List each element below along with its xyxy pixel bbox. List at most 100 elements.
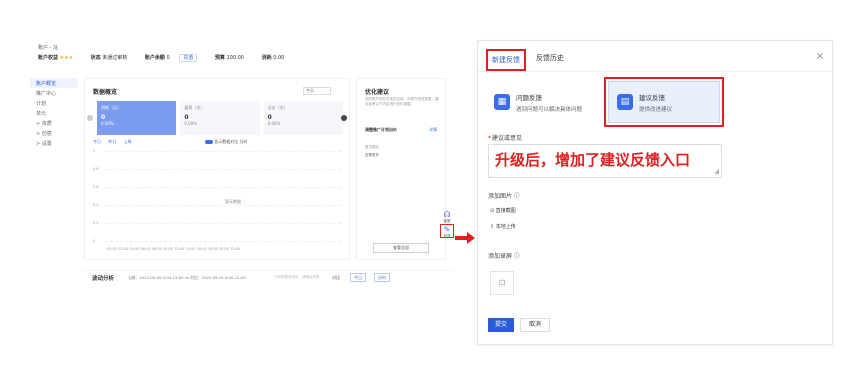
data-overview-panel: 数据概览 今天 消耗（元） 0 0.00% 展现（次） 0 0.00% 点击（次… — [84, 78, 350, 260]
upload-link[interactable]: ⇧ 本地上传 — [490, 223, 516, 230]
y-tick: 0.8 — [93, 167, 99, 171]
legend-lastweek[interactable]: 上周 — [124, 139, 132, 145]
pencil-icon: ✎ — [443, 225, 451, 234]
stat-label: 展现（次） — [184, 105, 205, 110]
legend-today[interactable]: 今日 — [93, 139, 101, 145]
suggestion-sub: 暂无建议 — [365, 145, 379, 149]
date-select[interactable]: 今天 — [303, 87, 331, 95]
suggestion-panel: 优化建议 您的账户存在可优化空间，为提升投放效果，建议参考以下内容进行优化调整。… — [356, 78, 446, 260]
headset-icon: ☊ — [443, 210, 451, 219]
empty-data-tip: 暂无数据 — [225, 199, 241, 204]
hourly-button[interactable]: 分时 — [374, 273, 390, 282]
field-label: *建议或意见 — [488, 135, 523, 142]
fluctuation-range: 当前：2023-09-20 0:00-12:00 vs 对比：2023-09-1… — [128, 275, 246, 280]
account-name: 账户 - 马 — [38, 45, 58, 51]
resize-handle-icon[interactable]: ◢ — [714, 168, 719, 175]
suggestion-textarea[interactable]: 升级后，增加了建议反馈入口 ◢ — [488, 144, 722, 178]
tab-feedback-history[interactable]: 反馈历史 — [532, 49, 568, 71]
side-nav: 账户概览 推广中心 计划 单元 > 资质 > 创意 > 设置 — [30, 78, 78, 148]
stat-label: 消耗（元） — [101, 105, 121, 110]
suggestion-more[interactable]: 查看更多 — [365, 153, 379, 158]
suggestion-heading: 调整推广计划出价 — [365, 127, 397, 132]
status-value: 未通过审核 — [102, 55, 128, 61]
compare-toggle-label: 显示数据对比 分时 — [214, 139, 248, 144]
x-axis-labels: 00:00 02:00 04:00 06:00 08:00 10:00 12:0… — [107, 247, 241, 251]
spend-value: 0.00 — [273, 55, 285, 61]
field-label-text: 建议或意见 — [492, 135, 523, 142]
legend-yesterday[interactable]: 昨日 — [108, 139, 116, 145]
record-upload-box[interactable]: ⊡ — [490, 271, 514, 295]
y-tick: 0.6 — [93, 185, 99, 189]
divider — [478, 71, 832, 72]
floating-tools: ☊ 客服 ✎ 反馈 — [440, 210, 454, 238]
rating-stars: ★★★ — [59, 55, 74, 61]
y-tick: 0 — [93, 239, 96, 243]
cancel-button[interactable]: 取消 — [520, 318, 550, 332]
stat-value: 0 — [184, 114, 189, 121]
nav-item-settings[interactable]: > 设置 — [30, 138, 78, 148]
option-sub: 遇到问题可以解决具体问题 — [516, 106, 583, 113]
dashboard-screenshot: 账户 - 马 账户权益 ★★★ 状态 未通过审核 账户余额 0 充值 预算 10… — [30, 40, 454, 320]
stat-sub: 0.00% — [101, 121, 114, 126]
submit-button[interactable]: 提交 — [488, 318, 514, 332]
screenshot-link-text: 直接截图 — [495, 208, 516, 214]
upload-link-text: 本地上传 — [495, 224, 516, 230]
add-image-label: 添加图片 ⓘ — [488, 193, 520, 200]
screenshot-link[interactable]: ⊙ 直接截图 — [490, 207, 516, 214]
y-tick: 0.2 — [93, 221, 99, 225]
fluctuation-title: 波动分析 — [92, 276, 115, 282]
suggestion-desc: 您的账户存在可优化空间，为提升投放效果，建议参考以下内容进行优化调整。 — [365, 97, 439, 106]
stat-card-impressions[interactable]: 展现（次） 0 0.00% — [180, 101, 260, 135]
budget-label: 预算 — [214, 55, 225, 61]
suggestion-detail-link[interactable]: 详情 — [429, 127, 437, 133]
close-icon[interactable]: × — [816, 51, 824, 62]
y-tick: 1 — [93, 149, 96, 153]
feedback-label: 反馈 — [443, 234, 451, 238]
option-suggestion-feedback[interactable]: ▤ 建议反馈 提供改进建议 — [608, 81, 720, 123]
stat-sub: 0.00% — [184, 121, 198, 126]
view-all-button[interactable]: 查看全部 — [373, 243, 429, 253]
stat-card-cost[interactable]: 消耗（元） 0 0.00% — [97, 101, 177, 135]
add-record-label: 添加录屏 ⓘ — [488, 253, 520, 260]
red-arrow-icon — [455, 232, 475, 244]
y-tick: 0.4 — [93, 203, 99, 207]
compare-toggle[interactable] — [205, 140, 213, 144]
stat-value: 0 — [267, 114, 272, 121]
next-arrow-icon[interactable] — [341, 115, 347, 121]
compare-label: 对比 — [332, 275, 340, 280]
nav-item-overview[interactable]: 账户概览 — [30, 78, 78, 88]
panel-title: 数据概览 — [93, 89, 118, 96]
option-sub: 提供改进建议 — [639, 106, 673, 113]
dialog-tabs: 新建反馈 反馈历史 — [486, 49, 568, 71]
record-icon: ⊡ — [498, 278, 506, 287]
tab-new-feedback[interactable]: 新建反馈 — [486, 49, 526, 71]
feedback-button[interactable]: ✎ 反馈 — [440, 224, 454, 238]
option-problem-feedback[interactable]: ▦ 问题反馈 遇到问题可以解决具体问题 — [486, 81, 598, 123]
recharge-button[interactable]: 充值 — [179, 54, 198, 62]
grid-icon: ▦ — [494, 94, 510, 110]
textarea-value: 升级后，增加了建议反馈入口 — [495, 151, 691, 169]
balance-label: 账户权益 — [38, 55, 59, 61]
nav-item-unit[interactable]: 单元 — [30, 108, 78, 118]
account-header: 账户 - 马 账户权益 ★★★ 状态 未通过审核 账户余额 0 充值 预算 10… — [30, 40, 450, 70]
today-button[interactable]: 今日 — [350, 273, 366, 282]
account-balance-value: 0 — [166, 55, 170, 61]
account-balance-label: 账户余额 — [144, 55, 165, 61]
option-title: 建议反馈 — [639, 93, 665, 102]
nav-item-qualification[interactable]: > 资质 — [30, 118, 78, 128]
stat-card-clicks[interactable]: 点击（次） 0 0.00% — [263, 101, 343, 135]
prev-arrow-icon[interactable] — [87, 115, 93, 121]
document-icon: ▤ — [617, 94, 633, 110]
customer-service-button[interactable]: ☊ 客服 — [440, 210, 454, 224]
option-title: 问题反馈 — [516, 93, 542, 102]
stat-label: 点击（次） — [267, 105, 288, 110]
stat-sub: 0.00% — [267, 121, 281, 126]
stat-value: 0 — [101, 114, 106, 121]
fluctuation-bar: 波动分析 当前：2023-09-20 0:00-12:00 vs 对比：2023… — [84, 270, 454, 284]
nav-item-promo[interactable]: 推广中心 — [30, 88, 78, 98]
nav-item-plan[interactable]: 计划 — [30, 98, 78, 108]
nav-item-creative[interactable]: > 创意 — [30, 128, 78, 138]
compare-toggle-row: 显示数据对比 分时 — [205, 139, 248, 145]
account-stats: 账户权益 ★★★ 状态 未通过审核 账户余额 0 充值 预算 100.00 消耗… — [38, 54, 300, 62]
stat-cards: 消耗（元） 0 0.00% 展现（次） 0 0.00% 点击（次） 0 0.00… — [97, 101, 343, 135]
